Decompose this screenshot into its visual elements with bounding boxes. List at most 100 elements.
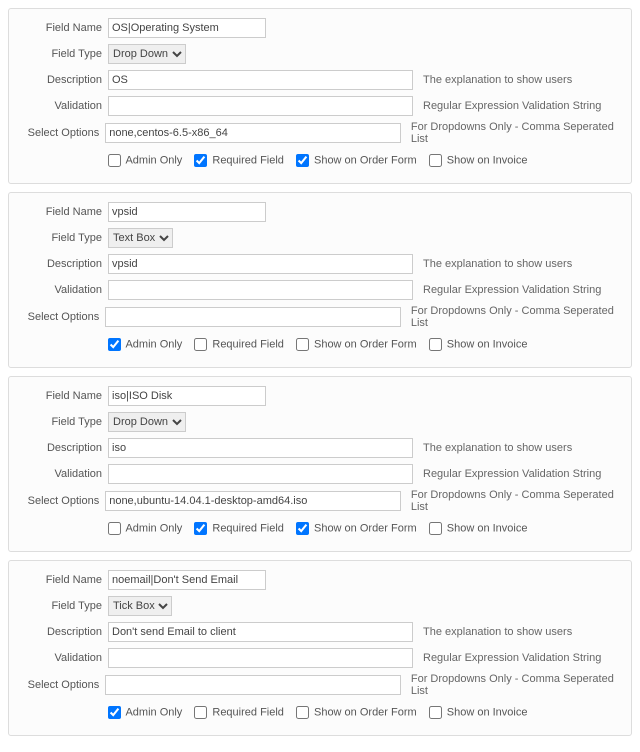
checkbox-row: Admin Only Required Field Show on Order … [108, 706, 535, 719]
show-on-invoice-label[interactable]: Show on Invoice [429, 706, 528, 719]
show-on-order-form-checkbox[interactable] [296, 522, 309, 535]
show-on-invoice-text: Show on Invoice [447, 522, 528, 534]
required-field-checkbox[interactable] [194, 706, 207, 719]
admin-only-label[interactable]: Admin Only [108, 706, 182, 719]
validation-hint: Regular Expression Validation String [423, 284, 601, 296]
description-input[interactable] [108, 254, 413, 274]
validation-input[interactable] [108, 280, 413, 300]
admin-only-label[interactable]: Admin Only [108, 338, 182, 351]
field-name-label: Field Name [13, 22, 108, 34]
field-type-select[interactable]: Drop Down [108, 44, 186, 64]
admin-only-text: Admin Only [125, 338, 182, 350]
description-hint: The explanation to show users [423, 258, 572, 270]
field-type-label: Field Type [13, 48, 108, 60]
field-type-label: Field Type [13, 232, 108, 244]
show-on-invoice-text: Show on Invoice [447, 338, 528, 350]
show-on-invoice-text: Show on Invoice [447, 706, 528, 718]
validation-hint: Regular Expression Validation String [423, 100, 601, 112]
required-field-text: Required Field [212, 154, 284, 166]
admin-only-checkbox[interactable] [108, 154, 121, 167]
show-on-order-form-label[interactable]: Show on Order Form [296, 522, 417, 535]
description-label: Description [13, 442, 108, 454]
checkbox-row: Admin Only Required Field Show on Order … [108, 154, 535, 167]
validation-input[interactable] [108, 648, 413, 668]
show-on-order-form-label[interactable]: Show on Order Form [296, 338, 417, 351]
admin-only-checkbox[interactable] [108, 522, 121, 535]
show-on-order-form-text: Show on Order Form [314, 154, 417, 166]
admin-only-label[interactable]: Admin Only [108, 154, 182, 167]
validation-hint: Regular Expression Validation String [423, 652, 601, 664]
show-on-invoice-text: Show on Invoice [447, 154, 528, 166]
select-options-input[interactable] [105, 675, 401, 695]
select-options-hint: For Dropdowns Only - Comma Seperated Lis… [411, 673, 627, 697]
validation-label: Validation [13, 284, 108, 296]
required-field-label[interactable]: Required Field [194, 522, 284, 535]
checkbox-row: Admin Only Required Field Show on Order … [108, 338, 535, 351]
select-options-input[interactable] [105, 307, 401, 327]
description-input[interactable] [108, 70, 413, 90]
required-field-checkbox[interactable] [194, 154, 207, 167]
checkbox-row: Admin Only Required Field Show on Order … [108, 522, 535, 535]
description-hint: The explanation to show users [423, 626, 572, 638]
field-name-label: Field Name [13, 206, 108, 218]
admin-only-text: Admin Only [125, 522, 182, 534]
select-options-hint: For Dropdowns Only - Comma Seperated Lis… [411, 305, 627, 329]
field-type-select[interactable]: Tick Box [108, 596, 172, 616]
field-name-input[interactable] [108, 570, 266, 590]
show-on-invoice-label[interactable]: Show on Invoice [429, 522, 528, 535]
select-options-label: Select Options [13, 679, 105, 691]
show-on-order-form-checkbox[interactable] [296, 154, 309, 167]
show-on-order-form-text: Show on Order Form [314, 706, 417, 718]
show-on-order-form-label[interactable]: Show on Order Form [296, 706, 417, 719]
required-field-label[interactable]: Required Field [194, 706, 284, 719]
show-on-order-form-label[interactable]: Show on Order Form [296, 154, 417, 167]
required-field-checkbox[interactable] [194, 522, 207, 535]
select-options-hint: For Dropdowns Only - Comma Seperated Lis… [411, 489, 627, 513]
field-name-label: Field Name [13, 574, 108, 586]
validation-hint: Regular Expression Validation String [423, 468, 601, 480]
show-on-invoice-label[interactable]: Show on Invoice [429, 154, 528, 167]
description-input[interactable] [108, 438, 413, 458]
select-options-hint: For Dropdowns Only - Comma Seperated Lis… [411, 121, 627, 145]
custom-field-group: Field Name Field TypeDrop DownDescription… [8, 8, 632, 184]
select-options-label: Select Options [13, 495, 105, 507]
validation-label: Validation [13, 100, 108, 112]
description-label: Description [13, 74, 108, 86]
select-options-label: Select Options [13, 311, 105, 323]
custom-field-group: Field NameField TypeText BoxDescriptionT… [8, 192, 632, 368]
select-options-input[interactable] [105, 123, 401, 143]
show-on-invoice-checkbox[interactable] [429, 522, 442, 535]
show-on-order-form-checkbox[interactable] [296, 338, 309, 351]
required-field-text: Required Field [212, 522, 284, 534]
field-name-input[interactable] [108, 18, 266, 38]
show-on-invoice-label[interactable]: Show on Invoice [429, 338, 528, 351]
admin-only-text: Admin Only [125, 706, 182, 718]
field-type-select[interactable]: Drop Down [108, 412, 186, 432]
admin-only-checkbox[interactable] [108, 338, 121, 351]
validation-label: Validation [13, 652, 108, 664]
show-on-invoice-checkbox[interactable] [429, 154, 442, 167]
validation-input[interactable] [108, 96, 413, 116]
admin-only-checkbox[interactable] [108, 706, 121, 719]
custom-field-group: Field NameField TypeDrop DownDescription… [8, 376, 632, 552]
required-field-text: Required Field [212, 338, 284, 350]
required-field-text: Required Field [212, 706, 284, 718]
select-options-label: Select Options [13, 127, 105, 139]
select-options-input[interactable] [105, 491, 401, 511]
description-input[interactable] [108, 622, 413, 642]
admin-only-label[interactable]: Admin Only [108, 522, 182, 535]
description-label: Description [13, 626, 108, 638]
required-field-label[interactable]: Required Field [194, 338, 284, 351]
show-on-order-form-text: Show on Order Form [314, 522, 417, 534]
show-on-order-form-checkbox[interactable] [296, 706, 309, 719]
required-field-checkbox[interactable] [194, 338, 207, 351]
field-type-label: Field Type [13, 600, 108, 612]
show-on-invoice-checkbox[interactable] [429, 706, 442, 719]
admin-only-text: Admin Only [125, 154, 182, 166]
validation-input[interactable] [108, 464, 413, 484]
required-field-label[interactable]: Required Field [194, 154, 284, 167]
show-on-invoice-checkbox[interactable] [429, 338, 442, 351]
field-type-select[interactable]: Text Box [108, 228, 173, 248]
field-name-input[interactable] [108, 202, 266, 222]
field-name-input[interactable] [108, 386, 266, 406]
